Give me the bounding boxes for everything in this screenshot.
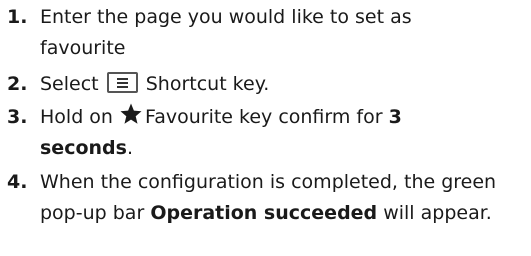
step-number: 4. [7,171,28,193]
step-number: 1. [7,6,28,28]
step-number: 2. [7,73,28,95]
step-text: Enter the page you would like to set as … [40,6,412,59]
step-number: 3. [7,106,28,128]
step-text-after: will appear. [383,202,492,224]
step-text-mid: Favourite key confirm for [145,106,383,128]
step-text-before: Hold on [40,106,113,128]
step-4: 4. When the configuration is completed, … [0,167,500,229]
step-2: 2. Select Shortcut key. [0,69,500,100]
step-3: 3. Hold on Favourite key confirm for 3 s… [0,102,500,164]
menu-icon [106,72,138,93]
step-text-after: . [126,137,133,159]
step-text-before: Select [40,73,99,95]
step-1: 1. Enter the page you would like to set … [0,2,500,64]
step-text-after: Shortcut key. [145,73,270,95]
step-bold-text: Operation succeeded [150,202,378,224]
star-icon [120,103,142,124]
